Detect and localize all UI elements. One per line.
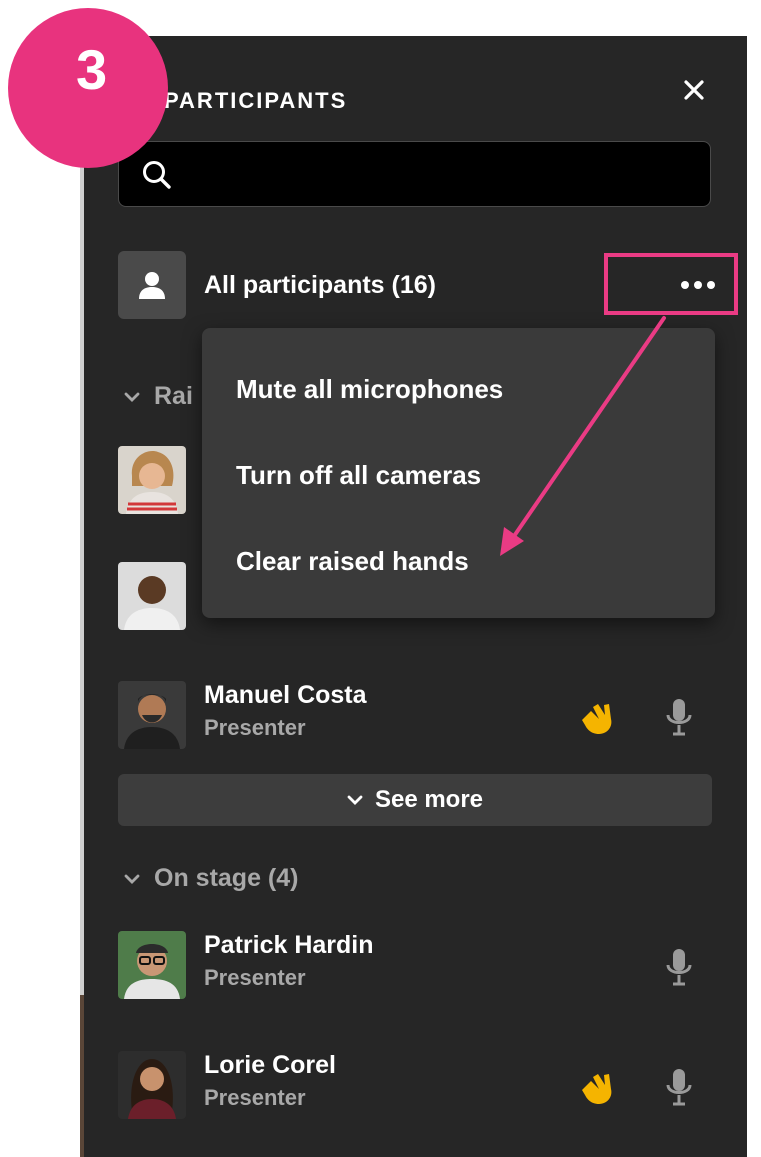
participant-role: Presenter [204, 715, 306, 740]
avatar [118, 681, 186, 749]
search-input[interactable] [179, 154, 693, 196]
step-badge: 3 [8, 8, 168, 168]
avatar [118, 446, 186, 514]
menu-item-turn-off-cameras[interactable]: Turn off all cameras [236, 460, 481, 491]
search-field[interactable] [118, 141, 711, 207]
section-raised-label: Rai [154, 382, 193, 410]
menu-item-clear-raised-hands[interactable]: Clear raised hands [236, 546, 469, 577]
step-number: 3 [76, 37, 108, 101]
chevron-down-icon [124, 874, 140, 884]
avatar [118, 1051, 186, 1119]
panel-title: PARTICIPANTS [164, 88, 348, 113]
chevron-down-icon [347, 795, 363, 805]
participants-options-menu: Mute all microphones Turn off all camera… [202, 328, 715, 618]
person-icon [139, 272, 165, 299]
participant-role: Presenter [204, 1085, 306, 1110]
participant-row[interactable]: Lorie Corel Presenter [118, 1051, 718, 1119]
see-more-label: See more [374, 786, 484, 813]
microphone-icon[interactable] [665, 1067, 693, 1112]
participant-name: Manuel Costa [204, 681, 367, 709]
participant-row[interactable]: Manuel Costa Presenter [118, 681, 718, 749]
close-button[interactable] [676, 72, 712, 108]
microphone-icon[interactable] [665, 697, 693, 742]
section-raised-hands[interactable]: Rai [124, 382, 193, 411]
chevron-down-icon [124, 392, 140, 402]
raised-hand-icon[interactable] [579, 699, 617, 742]
participant-row[interactable]: Patrick Hardin Presenter [118, 931, 718, 999]
see-more-button[interactable]: See more [118, 774, 712, 826]
participant-name: Patrick Hardin [204, 931, 374, 959]
section-on-stage[interactable]: On stage (4) [124, 864, 298, 893]
section-on-stage-label: On stage (4) [154, 864, 299, 892]
microphone-icon[interactable] [665, 947, 693, 992]
avatar [118, 931, 186, 999]
avatar [118, 562, 186, 630]
menu-item-mute-all[interactable]: Mute all microphones [236, 374, 503, 405]
raised-hand-icon[interactable] [579, 1069, 617, 1112]
search-icon [143, 161, 171, 189]
participant-name: Lorie Corel [204, 1051, 336, 1079]
close-icon [684, 80, 704, 100]
participant-role: Presenter [204, 965, 306, 990]
all-participants-avatar [118, 251, 186, 319]
all-participants-label: All participants (16) [204, 271, 436, 299]
annotation-highlight-box [604, 253, 738, 315]
